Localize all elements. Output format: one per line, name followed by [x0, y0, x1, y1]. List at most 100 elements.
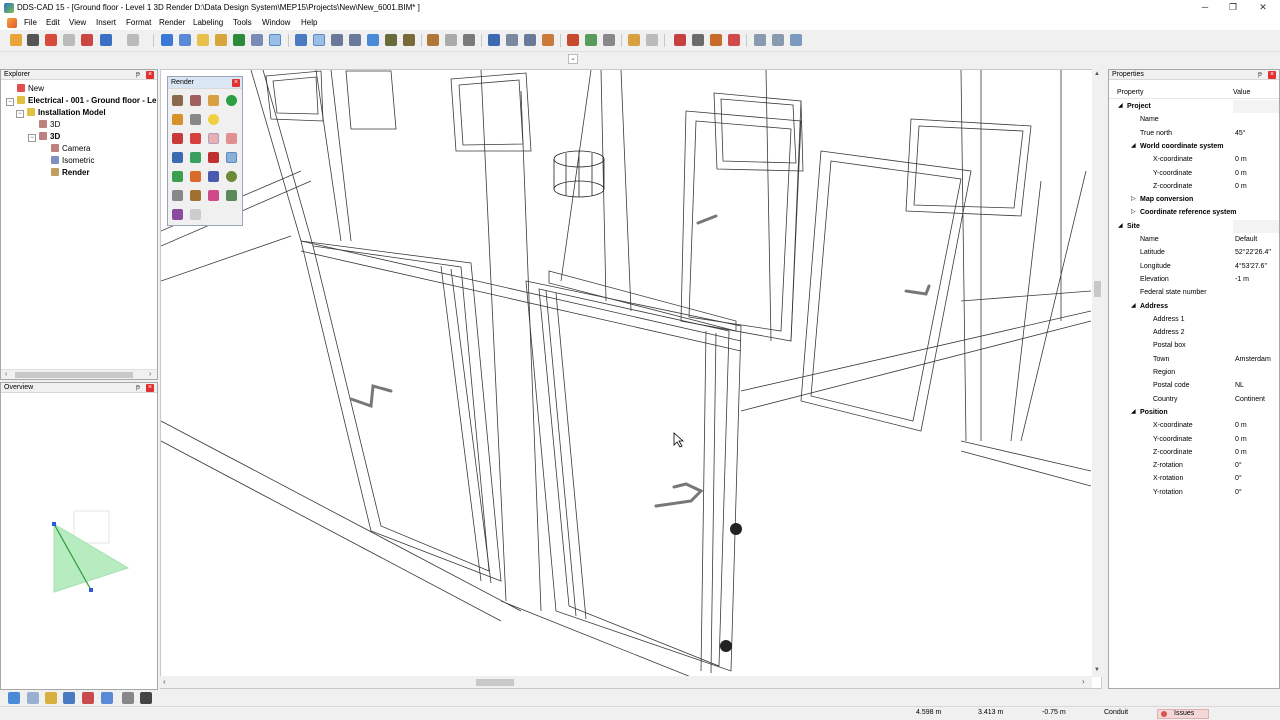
render-fly-icon[interactable]: [208, 171, 219, 182]
export-icon[interactable]: [45, 34, 57, 46]
pin-icon[interactable]: ᵽ: [135, 71, 141, 79]
property-value[interactable]: 0 m: [1233, 179, 1279, 193]
render-texture-icon[interactable]: [190, 95, 201, 106]
property-value[interactable]: 0 m: [1233, 153, 1279, 167]
property-section[interactable]: ◢ Site: [1109, 219, 1279, 233]
property-row[interactable]: Y-coordinate 0 m: [1109, 166, 1279, 180]
property-value[interactable]: 0 m: [1233, 166, 1279, 180]
render-object-icon[interactable]: [172, 133, 183, 144]
zoom-all-icon[interactable]: [161, 34, 173, 46]
tree-item[interactable]: 3D: [4, 119, 154, 131]
expand-icon[interactable]: ▷: [1131, 193, 1136, 206]
list-icon[interactable]: [772, 34, 784, 46]
menu-render[interactable]: Render: [159, 18, 185, 27]
tree-item[interactable]: − Electrical - 001 - Ground floor - Le: [4, 95, 156, 107]
undo-icon[interactable]: [100, 34, 112, 46]
collapse-icon[interactable]: ◢: [1131, 300, 1136, 313]
scroll-right-icon[interactable]: ›: [1082, 677, 1085, 686]
snap-grid-icon[interactable]: [8, 692, 20, 704]
hide-icon[interactable]: [403, 34, 415, 46]
overview-minimap[interactable]: [41, 503, 141, 603]
collapse-icon[interactable]: ◢: [1118, 100, 1123, 113]
property-row[interactable]: Y-coordinate 0 m: [1109, 432, 1279, 446]
scroll-left-icon[interactable]: ‹: [163, 677, 166, 686]
zoom-out-icon[interactable]: [215, 34, 227, 46]
layer-icon[interactable]: [524, 34, 536, 46]
property-row[interactable]: Elevation -1 m: [1109, 272, 1279, 286]
scroll-right-icon[interactable]: ›: [149, 371, 151, 378]
property-value[interactable]: 0 m: [1233, 419, 1279, 433]
menu-labeling[interactable]: Labeling: [193, 18, 223, 27]
property-value[interactable]: Amsterdam: [1233, 352, 1279, 366]
zoom-window-icon[interactable]: [179, 34, 191, 46]
render-material-icon[interactable]: [172, 114, 183, 125]
scroll-left-icon[interactable]: ‹: [5, 371, 7, 378]
property-row[interactable]: Z-coordinate 0 m: [1109, 179, 1279, 193]
property-value[interactable]: [1233, 286, 1279, 300]
property-value[interactable]: Continent: [1233, 392, 1279, 406]
scroll-up-icon[interactable]: ▲: [1094, 71, 1100, 77]
select-icon[interactable]: [488, 34, 500, 46]
model-icon[interactable]: [140, 692, 152, 704]
property-row[interactable]: X-rotation 0°: [1109, 472, 1279, 486]
ortho-icon[interactable]: [27, 692, 39, 704]
property-row[interactable]: Address 1: [1109, 312, 1279, 326]
property-value[interactable]: 0 m: [1233, 445, 1279, 459]
render-light-icon[interactable]: [208, 95, 219, 106]
scroll-thumb[interactable]: [15, 372, 133, 378]
tree-item[interactable]: − 3D: [4, 131, 154, 143]
property-value[interactable]: 0°: [1233, 485, 1279, 499]
property-row[interactable]: Postal code NL: [1109, 379, 1279, 393]
section-icon[interactable]: [445, 34, 457, 46]
app-menu-icon[interactable]: [7, 18, 17, 28]
property-row[interactable]: Z-rotation 0°: [1109, 459, 1279, 473]
collapse-icon[interactable]: ◢: [1118, 220, 1123, 233]
print-preview-icon[interactable]: [63, 34, 75, 46]
property-value[interactable]: [1233, 366, 1279, 379]
property-section[interactable]: ◢ Project: [1109, 100, 1279, 113]
render-remove-icon[interactable]: [208, 152, 219, 163]
tree-item[interactable]: New: [4, 83, 154, 95]
property-row[interactable]: Name Default: [1109, 233, 1279, 246]
render-folder-icon[interactable]: [190, 190, 201, 201]
render-sun-icon[interactable]: [208, 114, 219, 125]
scroll-thumb[interactable]: [1094, 281, 1101, 297]
tree-collapse-icon[interactable]: −: [28, 134, 36, 142]
redo-icon[interactable]: [127, 34, 139, 46]
property-row[interactable]: Z-coordinate 0 m: [1109, 445, 1279, 459]
render-effect-icon[interactable]: [172, 209, 183, 220]
viewport-vertical-scrollbar[interactable]: ▲ ▼: [1092, 69, 1103, 677]
floor-icon[interactable]: [585, 34, 597, 46]
render-globe-icon[interactable]: [226, 171, 237, 182]
menu-format[interactable]: Format: [126, 18, 151, 27]
zoom-in-icon[interactable]: [197, 34, 209, 46]
save-icon[interactable]: [27, 34, 39, 46]
clipboard-icon[interactable]: [646, 34, 658, 46]
property-value[interactable]: Default: [1233, 233, 1279, 246]
render-walk-icon[interactable]: [190, 171, 201, 182]
property-value[interactable]: 52°22'26.4": [1233, 246, 1279, 260]
visibility-icon[interactable]: [385, 34, 397, 46]
property-value[interactable]: [1233, 312, 1279, 326]
property-row[interactable]: Region: [1109, 366, 1279, 379]
tree-item[interactable]: Camera: [4, 143, 154, 155]
property-section[interactable]: ◢ World coordinate system: [1109, 140, 1279, 153]
minimize-button[interactable]: ─: [1190, 0, 1220, 16]
property-value[interactable]: [1233, 113, 1279, 127]
view-side-icon[interactable]: [331, 34, 343, 46]
building-icon[interactable]: [567, 34, 579, 46]
render-tree-icon[interactable]: [190, 152, 201, 163]
tree-collapse-icon[interactable]: −: [6, 98, 14, 106]
zoom-previous-icon[interactable]: [233, 34, 245, 46]
property-row[interactable]: Address 2: [1109, 326, 1279, 340]
close-render-palette-button[interactable]: ×: [232, 79, 240, 87]
collapse-icon[interactable]: ◢: [1131, 406, 1136, 419]
orbit-icon[interactable]: [269, 34, 281, 46]
new-icon[interactable]: [10, 34, 22, 46]
collapse-icon[interactable]: ◢: [1131, 140, 1136, 153]
property-value[interactable]: 45°: [1233, 126, 1279, 140]
property-value[interactable]: [1233, 339, 1279, 353]
render-view-icon[interactable]: [226, 152, 237, 163]
property-section[interactable]: ▷ Map conversion: [1109, 193, 1279, 206]
render-box-icon[interactable]: [172, 95, 183, 106]
